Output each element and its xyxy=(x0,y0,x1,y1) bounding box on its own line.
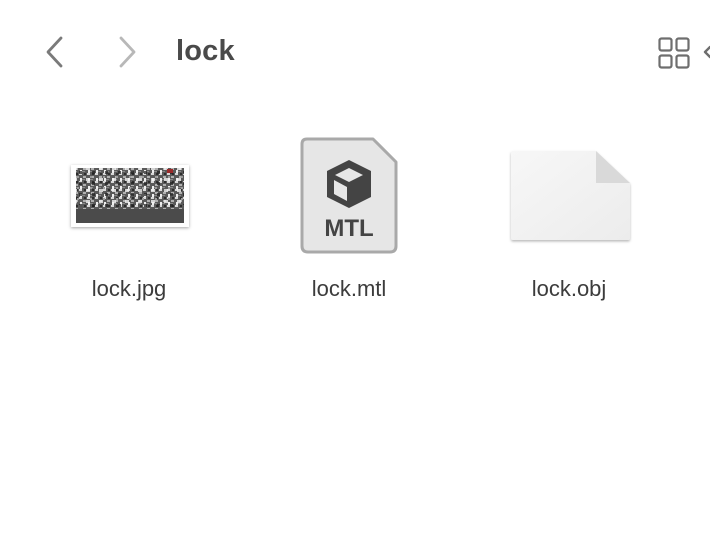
window-title: lock xyxy=(176,35,235,67)
file-name: lock.obj xyxy=(531,276,607,301)
back-button[interactable] xyxy=(38,30,72,74)
generic-document-icon xyxy=(489,128,649,258)
image-thumbnail xyxy=(49,128,209,258)
mtl-badge: MTL xyxy=(324,215,373,242)
view-options-button[interactable] xyxy=(700,33,710,73)
mtl-file-icon: MTL xyxy=(300,137,398,254)
view-toggle-button[interactable] xyxy=(654,33,694,73)
mtl-document-icon: MTL xyxy=(269,128,429,258)
toolbar: lock xyxy=(0,0,710,100)
chevron-right-icon xyxy=(119,36,136,68)
file-name: lock.jpg xyxy=(91,276,167,301)
chevron-left-icon xyxy=(46,36,63,68)
file-item-lock-obj[interactable]: lock.obj xyxy=(489,128,649,308)
file-name: lock.mtl xyxy=(311,276,387,301)
grid-view-icon xyxy=(658,37,690,69)
texture-preview-icon xyxy=(76,168,184,223)
file-item-lock-jpg[interactable]: lock.jpg xyxy=(49,128,209,308)
file-item-lock-mtl[interactable]: MTL lock.mtl xyxy=(269,128,429,308)
forward-button[interactable] xyxy=(110,30,144,74)
document-icon xyxy=(511,151,630,240)
chevron-updown-icon xyxy=(703,45,710,59)
photo-thumbnail-frame xyxy=(71,165,189,227)
